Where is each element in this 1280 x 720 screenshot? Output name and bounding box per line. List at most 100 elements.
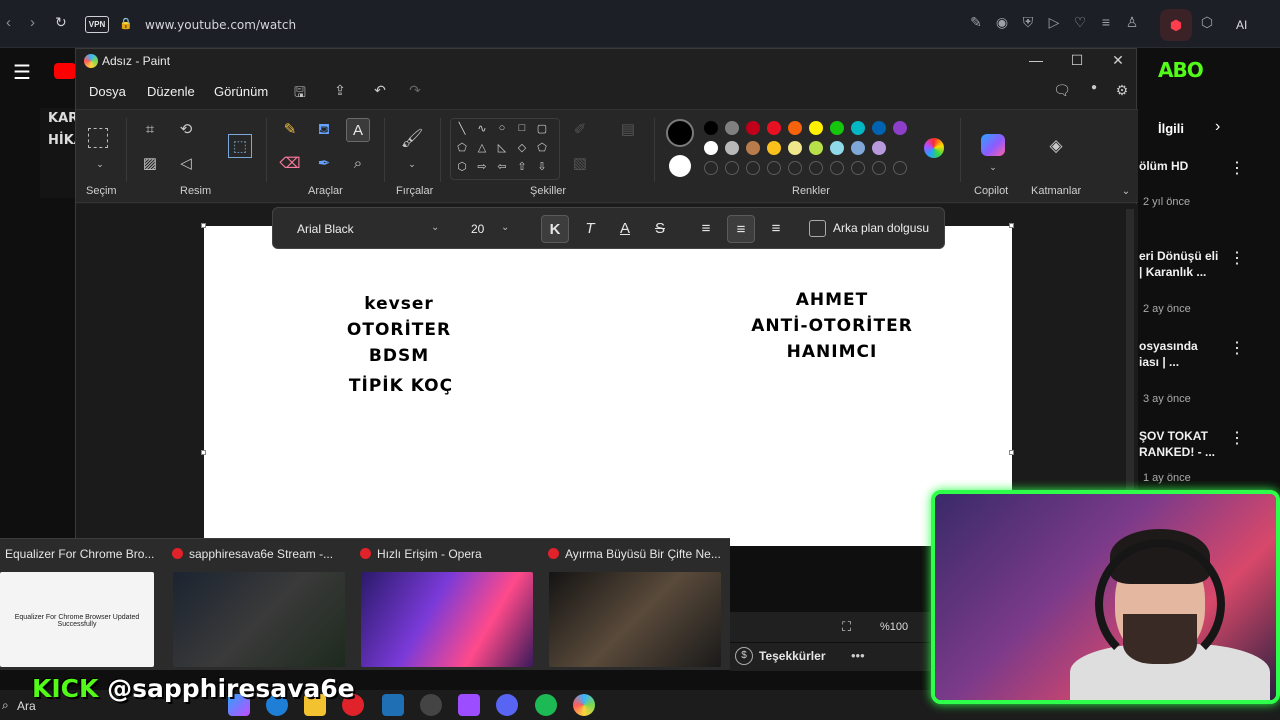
arrow-up-shape-icon[interactable]: ⇧ [513, 160, 531, 173]
edit-colors-icon[interactable] [924, 138, 944, 158]
color-swatch[interactable] [809, 141, 823, 155]
save-icon[interactable]: 🖫 [289, 82, 311, 106]
empty-color-slot[interactable] [830, 161, 844, 175]
diamond-shape-icon[interactable]: ◇ [513, 141, 531, 154]
align-center-button[interactable]: ≡ [727, 215, 755, 243]
discord-icon[interactable] [496, 694, 518, 716]
outlook-icon[interactable] [382, 694, 404, 716]
related-title[interactable]: osyasında iası | ... [1139, 338, 1219, 370]
chevron-down-icon[interactable]: ⌄ [981, 155, 1005, 179]
hexagon-shape-icon[interactable]: ⬡ [453, 160, 471, 173]
empty-color-slot[interactable] [767, 161, 781, 175]
related-tab[interactable]: İlgili [1158, 121, 1184, 136]
profile-icon[interactable]: ♙ [1122, 14, 1142, 31]
resize-handle[interactable] [201, 223, 206, 228]
cube-icon[interactable]: ⬡ [1197, 14, 1217, 31]
back-icon[interactable]: ‹ [6, 14, 11, 31]
color-swatch[interactable] [767, 121, 781, 135]
thanks-button[interactable]: Teşekkürler [759, 649, 826, 663]
more-vert-icon[interactable]: ⋮ [1229, 248, 1245, 268]
bold-button[interactable]: K [541, 215, 569, 243]
align-left-button[interactable]: ≡ [692, 215, 720, 243]
account-icon[interactable]: ● [1083, 82, 1105, 93]
empty-color-slot[interactable] [704, 161, 718, 175]
color-swatch[interactable] [704, 141, 718, 155]
shapes-gallery[interactable]: ╲ ∿ ○ □ ▢ ⬠ △ ◺ ◇ ⬠ ⬡ ⇨ ⇦ ⇧ ⇩ [450, 118, 560, 180]
paint-taskbar-icon[interactable] [573, 694, 595, 716]
font-dropdown[interactable]: Arial Black [281, 215, 449, 243]
fill-bucket-icon[interactable]: ⛾ [312, 118, 336, 142]
preview-window[interactable]: sapphiresava6e Stream -... [167, 539, 354, 671]
video-thumbnail[interactable]: KAR HİKA [40, 108, 84, 198]
triangle-shape-icon[interactable]: △ [473, 141, 491, 154]
fill-icon[interactable]: ▤ [616, 118, 640, 142]
more-vert-icon[interactable]: ⋮ [1229, 338, 1245, 358]
chevron-right-icon[interactable]: › [1215, 118, 1220, 136]
play-icon[interactable]: ▷ [1044, 14, 1064, 31]
edit-icon[interactable]: ✎ [966, 14, 986, 31]
arrow-right-shape-icon[interactable]: ⇨ [473, 160, 491, 173]
menu-view[interactable]: Görünüm [214, 84, 268, 99]
copilot-icon[interactable] [981, 134, 1005, 156]
primary-color[interactable] [666, 119, 694, 147]
youtube-logo-icon[interactable] [54, 63, 76, 79]
preview-window[interactable]: Ayırma Büyüsü Bir Çifte Ne... [543, 539, 730, 671]
more-vert-icon[interactable]: ⋮ [1229, 158, 1245, 178]
eraser-icon[interactable]: ⌫ [278, 152, 302, 176]
forward-icon[interactable]: › [30, 14, 35, 31]
shape-fill-icon[interactable]: ▧ [568, 152, 592, 176]
resize-icon[interactable]: ▨ [138, 152, 162, 176]
rotate-icon[interactable]: ⟲ [174, 118, 198, 142]
preview-window[interactable]: Equalizer For Chrome Bro... Equalizer Fo… [0, 539, 187, 671]
vpn-badge[interactable]: VPN [85, 16, 109, 33]
hamburger-icon[interactable]: ☰ [13, 60, 31, 85]
pencil-icon[interactable]: ✎ [278, 118, 302, 142]
color-swatch[interactable] [830, 121, 844, 135]
image-select-icon[interactable]: ⬚ [228, 134, 252, 158]
related-title[interactable]: eri Dönüşü eli | Karanlık ... [1139, 248, 1219, 280]
magnifier-icon[interactable]: ⌕ [346, 152, 370, 176]
shield-icon[interactable]: ⛨ [1018, 14, 1038, 31]
comment-icon[interactable]: 🗨 [1051, 82, 1073, 99]
settings-gear-icon[interactable]: ⚙ [1111, 82, 1133, 99]
redo-icon[interactable]: ↷ [404, 82, 426, 99]
resize-handle[interactable] [1009, 223, 1014, 228]
close-icon[interactable]: ✕ [1108, 52, 1128, 69]
address-bar[interactable]: www.youtube.com/watch [145, 18, 296, 32]
maximize-icon[interactable]: ☐ [1067, 52, 1087, 69]
layers-icon[interactable]: ◈ [1044, 134, 1068, 158]
preview-window[interactable]: Hızlı Erişim - Opera [355, 539, 542, 671]
color-swatch[interactable] [788, 121, 802, 135]
brush-icon[interactable]: 🖌 [400, 126, 424, 150]
color-swatch[interactable] [893, 121, 907, 135]
empty-color-slot[interactable] [746, 161, 760, 175]
arrow-left-shape-icon[interactable]: ⇦ [493, 160, 511, 173]
color-swatch[interactable] [872, 141, 886, 155]
more-icon[interactable]: ••• [851, 648, 865, 663]
empty-color-slot[interactable] [809, 161, 823, 175]
color-swatch[interactable] [872, 121, 886, 135]
lock-icon[interactable]: 🔒 [119, 17, 133, 30]
color-swatch[interactable] [809, 121, 823, 135]
color-swatch[interactable] [851, 141, 865, 155]
secondary-color[interactable] [669, 155, 691, 177]
more-vert-icon[interactable]: ⋮ [1229, 428, 1245, 448]
fit-screen-icon[interactable]: ⛶ [842, 619, 851, 635]
chevron-down-icon[interactable]: ⌄ [1114, 180, 1138, 204]
camera-icon[interactable]: ◉ [992, 14, 1012, 31]
chevron-down-icon[interactable]: ⌄ [400, 152, 424, 176]
color-swatch[interactable] [725, 141, 739, 155]
arrow-down-shape-icon[interactable]: ⇩ [533, 160, 551, 173]
ai-button[interactable]: AI [1236, 12, 1270, 38]
color-swatch[interactable] [746, 121, 760, 135]
zoom-level[interactable]: %100 [880, 621, 908, 633]
oval-shape-icon[interactable]: ○ [493, 122, 511, 134]
menu-file[interactable]: Dosya [89, 84, 126, 99]
selection-rect-icon[interactable] [88, 128, 108, 148]
pentagon-shape-icon[interactable]: ⬠ [533, 141, 551, 154]
empty-color-slot[interactable] [893, 161, 907, 175]
line-shape-icon[interactable]: ╲ [453, 122, 471, 135]
app-taskbar-icon[interactable] [458, 694, 480, 716]
strikethrough-button[interactable]: S [646, 215, 674, 243]
resize-handle[interactable] [1009, 450, 1014, 455]
